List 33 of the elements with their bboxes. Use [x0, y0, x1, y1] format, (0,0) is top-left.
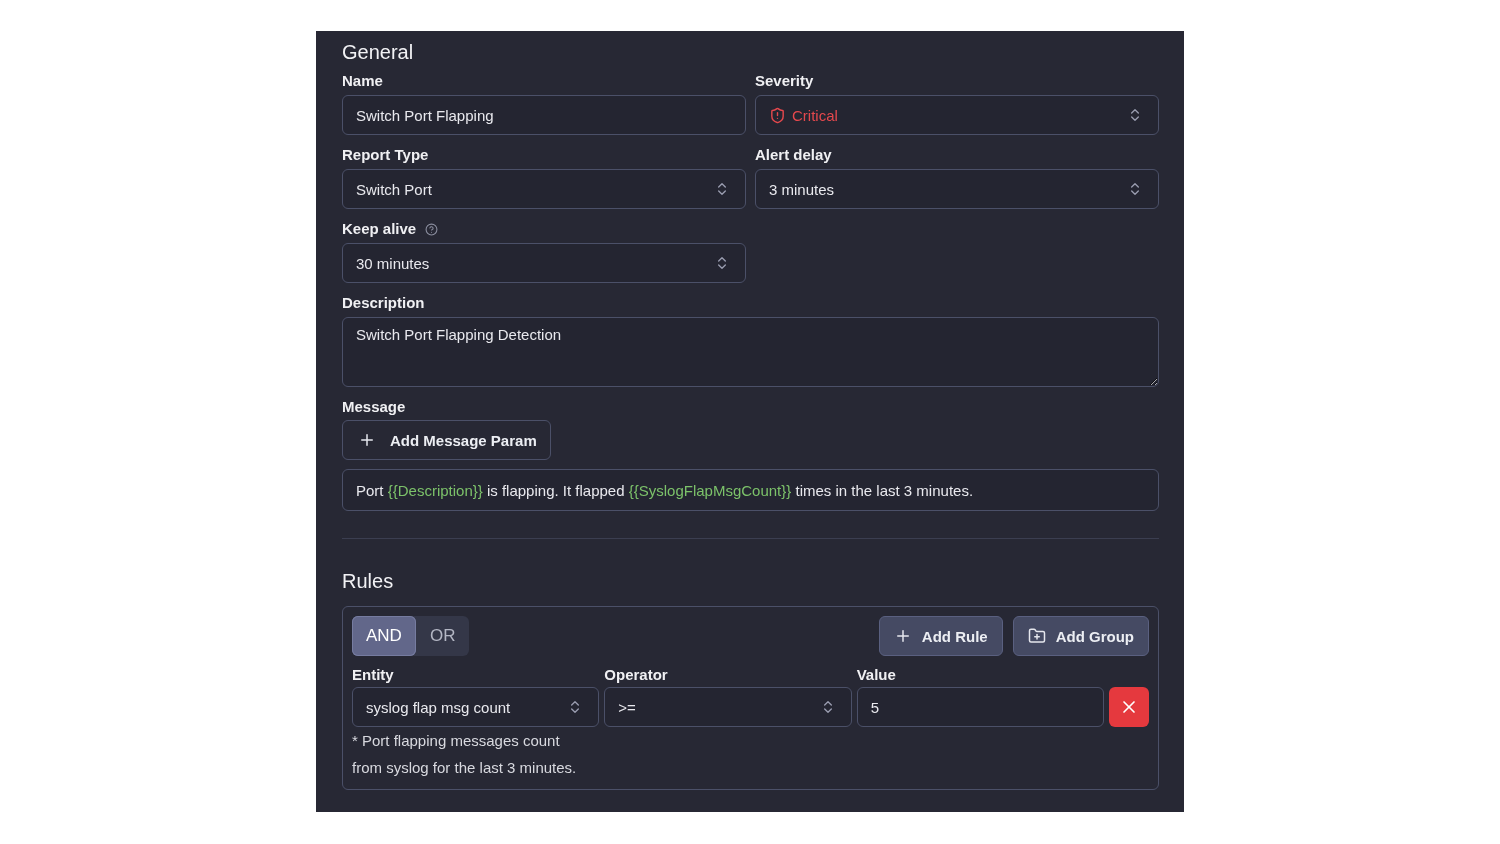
help-icon[interactable] — [425, 222, 439, 236]
dropdown-select[interactable]: 30 minutes — [342, 243, 746, 283]
field-label: Entity — [352, 665, 394, 685]
rule-note: * Port flapping messages count from syslog for the last 3 minutes. — [352, 731, 578, 778]
combinator-tab[interactable]: OR — [415, 616, 470, 656]
textarea-field[interactable]: Switch Port Flapping Detection — [342, 317, 1159, 387]
plus-icon — [358, 431, 376, 449]
message-field[interactable]: Port {{Description}} is flapping. It flapped {{SyslogFlapMsgCount}} times in the last 3 minutes. — [342, 469, 1159, 511]
add-message-param-button[interactable]: Add Message Param — [342, 420, 551, 460]
add-button[interactable]: Add Rule — [878, 616, 1003, 656]
field-label: Keep alive — [342, 219, 417, 239]
combinator-tab[interactable]: AND — [352, 616, 416, 656]
field-label: Operator — [604, 665, 668, 685]
dropdown-select[interactable]: 3 minutes — [755, 169, 1159, 209]
field-label: Name — [342, 71, 383, 91]
dropdown-select[interactable]: syslog flap msg count — [352, 687, 600, 727]
section-title: Rules — [342, 569, 395, 594]
field-label: Description — [342, 293, 425, 313]
dropdown-select[interactable]: Switch Port — [342, 169, 746, 209]
shield-alert-icon — [769, 106, 786, 124]
text-input[interactable]: 5 — [856, 687, 1104, 727]
section-title: General — [342, 40, 415, 65]
text-input[interactable]: Switch Port Flapping — [342, 95, 746, 135]
dropdown-select[interactable]: >= — [604, 687, 852, 727]
field-label: Value — [856, 665, 896, 685]
delete-button[interactable] — [1109, 687, 1149, 727]
folder-plus-icon — [1027, 627, 1046, 645]
field-label: Report Type — [342, 145, 429, 165]
field-label: Alert delay — [755, 145, 832, 165]
field-label: Severity — [755, 71, 814, 91]
field-label: Message — [342, 397, 406, 417]
severity-dropdown[interactable]: Critical — [755, 95, 1159, 135]
add-button[interactable]: Add Group — [1012, 616, 1149, 656]
